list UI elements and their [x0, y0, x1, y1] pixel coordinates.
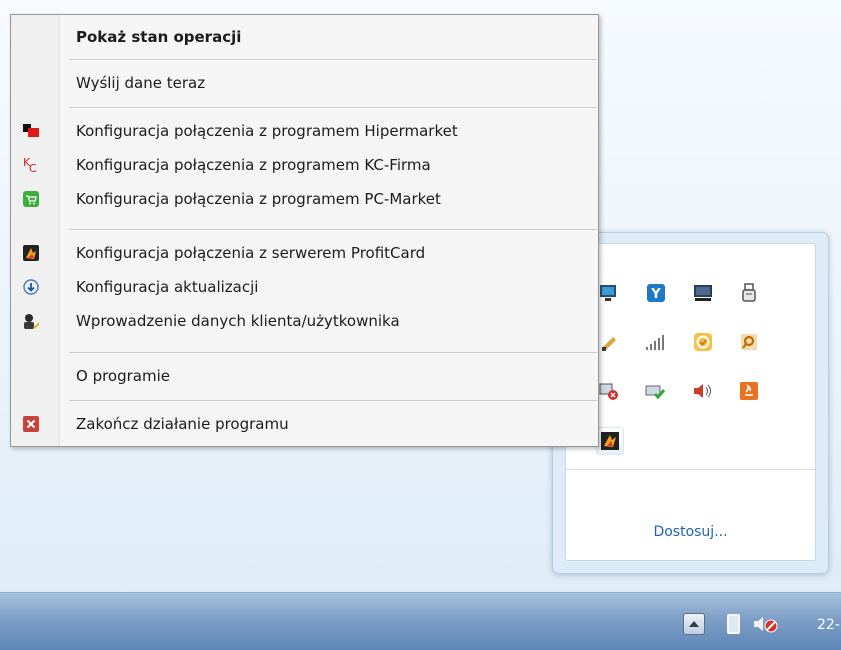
volume-icon[interactable]: [692, 380, 714, 402]
taskbar: 22-: [0, 592, 841, 650]
menu-separator: [69, 107, 597, 109]
usb-device-icon[interactable]: [738, 282, 760, 304]
chevron-up-icon: [689, 621, 699, 627]
menu-item-pc-market[interactable]: Konfiguracja połączenia z programem PC-M…: [11, 182, 598, 216]
download-icon: [23, 279, 39, 295]
menu-item-label: O programie: [76, 367, 170, 385]
menu-separator: [69, 229, 597, 231]
kc-firma-icon: KC: [23, 156, 39, 174]
battery-icon[interactable]: [722, 613, 744, 635]
menu-item-send-data[interactable]: Wyślij dane teraz: [11, 66, 598, 100]
display-icon[interactable]: [692, 282, 714, 304]
menu-item-client-data[interactable]: Wprowadzenie danych klienta/użytkownika: [11, 304, 598, 338]
signal-bars-icon[interactable]: [645, 331, 667, 353]
menu-item-label: Konfiguracja połączenia z programem KC-F…: [76, 156, 431, 174]
menu-item-label: Konfiguracja połączenia z programem Hipe…: [76, 122, 458, 140]
menu-item-label: Konfiguracja aktualizacji: [76, 278, 259, 296]
menu-item-label: Wprowadzenie danych klienta/użytkownika: [76, 312, 400, 330]
close-icon: [23, 416, 39, 432]
menu-item-hipermarket[interactable]: Konfiguracja połączenia z programem Hipe…: [11, 114, 598, 148]
menu-item-label: Pokaż stan operacji: [76, 28, 242, 46]
menu-item-label: Zakończ działanie programu: [76, 415, 289, 433]
user-pencil-icon: [23, 313, 39, 329]
network-error-icon[interactable]: [598, 380, 620, 402]
menu-item-label: Wyślij dane teraz: [76, 74, 206, 92]
menu-separator: [69, 400, 597, 402]
pen-tool-icon[interactable]: [598, 331, 620, 353]
menu-item-kc-firma[interactable]: KC Konfiguracja połączenia z programem K…: [11, 148, 598, 182]
java-icon[interactable]: [738, 380, 760, 402]
profitcard-icon: [23, 245, 39, 261]
flyout-divider: [566, 469, 815, 470]
pc-market-icon: [23, 191, 39, 207]
speaker-muted-icon[interactable]: [752, 613, 784, 635]
menu-item-label: Konfiguracja połączenia z serwerem Profi…: [76, 244, 426, 262]
tray-overflow-panel: Y Dostosuj...: [565, 243, 816, 561]
network-ok-icon[interactable]: [645, 380, 667, 402]
menu-item-label: Konfiguracja połączenia z programem PC-M…: [76, 190, 441, 208]
key-search-icon[interactable]: [738, 331, 760, 353]
menu-item-update-config[interactable]: Konfiguracja aktualizacji: [11, 270, 598, 304]
clock[interactable]: 22-: [817, 617, 840, 633]
context-menu: Pokaż stan operacji Wyślij dane teraz Ko…: [10, 14, 599, 447]
show-hidden-icons-button[interactable]: [683, 613, 705, 635]
menu-separator: [69, 352, 597, 354]
menu-item-profitcard[interactable]: Konfiguracja połączenia z serwerem Profi…: [11, 236, 598, 270]
menu-item-exit[interactable]: Zakończ działanie programu: [11, 407, 598, 441]
hipermarket-icon: [23, 123, 39, 139]
customize-link[interactable]: Dostosuj...: [566, 524, 815, 540]
svg-text:Y: Y: [650, 287, 661, 302]
monitor-icon[interactable]: [598, 282, 620, 304]
profitcard-tray-icon[interactable]: [596, 427, 624, 455]
svg-text:C: C: [29, 162, 37, 174]
network-wifi-icon[interactable]: Y: [645, 282, 667, 304]
menu-separator: [69, 59, 597, 61]
menu-item-about[interactable]: O programie: [11, 359, 598, 393]
sync-icon[interactable]: [692, 331, 714, 353]
menu-item-show-status[interactable]: Pokaż stan operacji: [11, 20, 598, 54]
